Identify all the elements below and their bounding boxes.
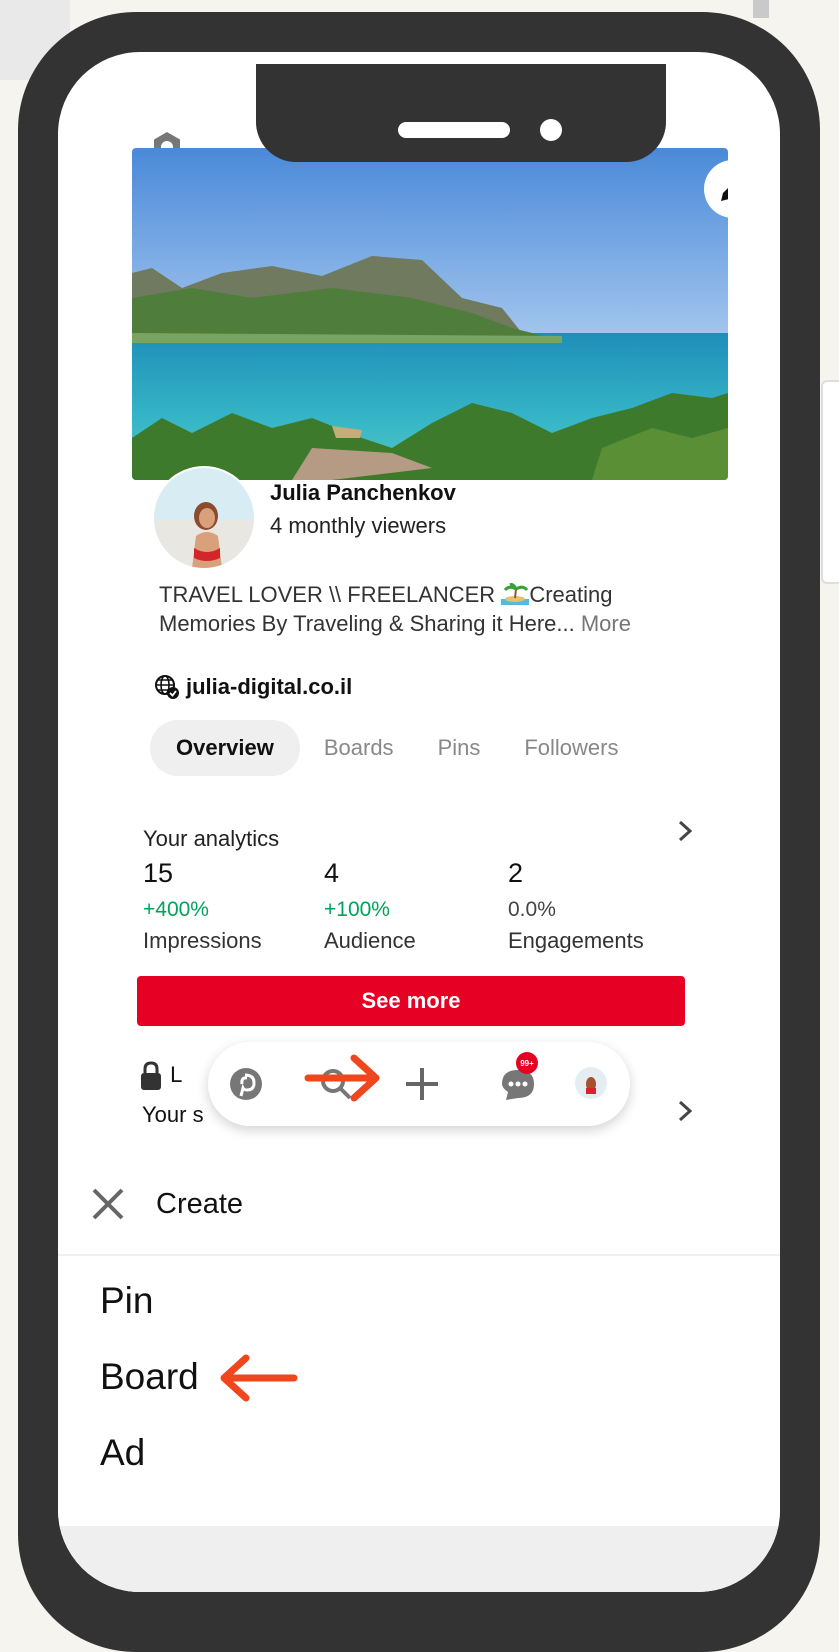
metric-change: +400% (143, 898, 209, 921)
metric-change: 0.0% (508, 898, 556, 921)
close-icon[interactable] (90, 1186, 126, 1222)
bottom-safe-area (58, 1526, 780, 1592)
avatar[interactable] (154, 468, 254, 568)
profile-tabs: Overview Boards Pins Followers (150, 720, 641, 776)
annotation-arrow-right (304, 1054, 380, 1102)
profile-avatar[interactable] (574, 1066, 608, 1100)
analytics-title: Your analytics (143, 826, 280, 851)
create-header: Create (58, 1150, 780, 1256)
plus-icon[interactable] (400, 1062, 444, 1106)
phone-notch (256, 64, 666, 162)
metric-label: Engagements (508, 928, 644, 953)
website-link[interactable]: julia-digital.co.il (154, 674, 352, 700)
lock-icon (141, 1061, 161, 1090)
notification-badge: 99+ (516, 1052, 538, 1074)
metric-label: Impressions (143, 928, 262, 953)
monthly-viewers: 4 monthly viewers (270, 513, 447, 538)
annotation-arrow-left (220, 1354, 298, 1402)
metric-value: 2 (508, 858, 524, 888)
metric-audience: 4 +100% Audience (324, 858, 416, 954)
edit-cover-button[interactable] (704, 160, 728, 218)
bio-more-link[interactable]: More (581, 611, 631, 636)
globe-verified-icon (155, 675, 179, 699)
lock-row-label: L (170, 1061, 183, 1087)
palm-island-icon (501, 583, 530, 605)
create-option-pin[interactable]: Pin (100, 1280, 153, 1322)
tab-boards[interactable]: Boards (302, 720, 416, 776)
metric-value: 4 (324, 858, 340, 888)
create-option-board[interactable]: Board (100, 1356, 199, 1398)
website-url: julia-digital.co.il (186, 674, 353, 699)
bottom-nav-bar: 99+ (208, 1042, 630, 1126)
phone-frame: Julia Panchenkov 4 monthly viewers TRAVE… (18, 12, 820, 1652)
metric-impressions: 15 +400% Impressions (143, 858, 262, 954)
pinterest-icon[interactable] (228, 1066, 264, 1102)
metric-engagements: 2 0.0% Engagements (508, 858, 644, 954)
your-section-row[interactable]: Your s (142, 1102, 204, 1128)
metric-change: +100% (324, 898, 390, 921)
bio-text-line-2: Memories By Traveling & Sharing it Here.… (159, 611, 575, 636)
profile-cover-image (132, 148, 728, 480)
tab-pins[interactable]: Pins (416, 720, 503, 776)
bio-text: TRAVEL LOVER \\ FREELANCER (159, 582, 496, 607)
bio-text-continued: Creating (529, 582, 613, 607)
metric-value: 15 (143, 858, 174, 888)
metric-label: Audience (324, 928, 416, 953)
lock-row[interactable]: L (138, 1060, 182, 1092)
profile-bio: TRAVEL LOVER \\ FREELANCER Creating Memo… (159, 580, 719, 638)
see-more-button[interactable]: See more (137, 976, 685, 1026)
chevron-right-icon[interactable] (670, 1094, 700, 1128)
tab-overview[interactable]: Overview (150, 720, 300, 776)
pencil-icon (721, 188, 728, 201)
profile-name: Julia Panchenkov (270, 480, 456, 505)
tab-followers[interactable]: Followers (502, 720, 640, 776)
create-option-ad[interactable]: Ad (100, 1432, 145, 1474)
chevron-right-icon[interactable] (670, 814, 700, 848)
phone-screen: Julia Panchenkov 4 monthly viewers TRAVE… (58, 52, 780, 1592)
create-title: Create (156, 1188, 244, 1220)
